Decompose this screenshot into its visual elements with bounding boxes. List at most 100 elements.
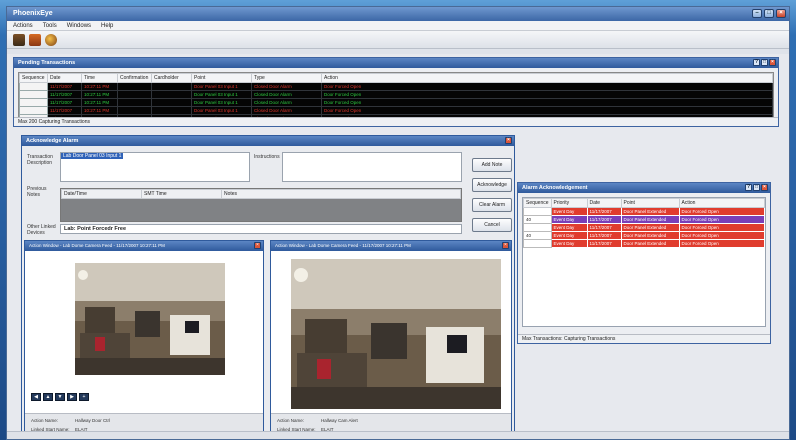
cell-type: Closed Door Alarm <box>251 82 322 91</box>
table-row[interactable]: 11/17/200710:27:11 PM Door Panel 03 Input… <box>19 106 773 115</box>
camera-feed-image[interactable] <box>75 263 225 375</box>
cell-date: 11/17/2007 <box>47 98 82 107</box>
cell-empty <box>117 90 152 99</box>
restore-icon[interactable]: □ <box>753 184 760 191</box>
alarm-acknowledgement-window: Alarm Acknowledgement ? □ × Sequence Pri… <box>517 182 771 344</box>
camera-pane-1: Action Window - Lab Dome Camera Feed - 1… <box>24 240 264 434</box>
col-date[interactable]: Date <box>47 73 82 83</box>
ptz-right-button[interactable]: ▶ <box>67 393 77 401</box>
cell-empty <box>151 98 192 107</box>
cell-seq <box>19 90 48 99</box>
other-linked-devices-value: Lab: Point Forcedr Free <box>64 226 127 232</box>
toolbar <box>7 31 789 49</box>
ptz-up-button[interactable]: ▲ <box>43 393 53 401</box>
table-row[interactable]: Event Day 11/17/2007 Door Panel Extended Do… <box>523 239 766 248</box>
cancel-button[interactable]: Cancel <box>472 218 512 232</box>
cell-point: Door Panel Extended <box>620 207 680 216</box>
cell-priority: Event Day <box>550 215 588 224</box>
cell-action: Door Forced Open <box>678 215 766 224</box>
transaction-description-value: Lab Door Panel 03 Input 1 <box>61 153 124 159</box>
close-icon[interactable]: × <box>776 9 786 18</box>
close-icon[interactable]: × <box>761 184 768 191</box>
cell-time: 10:27:11 PM <box>81 82 118 91</box>
menu-actions[interactable]: Actions <box>13 23 33 29</box>
camera-pane-1-title-text: Action Window - Lab Dome Camera Feed - 1… <box>29 243 165 248</box>
col-priority[interactable]: Priority <box>550 198 588 208</box>
cell-time: 10:27:11 PM <box>81 98 118 107</box>
cell-action: Door Forced Open <box>321 106 773 115</box>
cell-date: 11/17/2007 <box>47 106 82 115</box>
cell-point: Door Panel 03 Input 1 <box>191 106 252 115</box>
cell-point: Door Panel 03 Input 1 <box>191 90 252 99</box>
cell-empty <box>151 90 192 99</box>
help-icon[interactable]: ? <box>745 184 752 191</box>
cell-action: Door Forced Open <box>321 98 773 107</box>
ptz-left-button[interactable]: ◀ <box>31 393 41 401</box>
close-icon[interactable]: × <box>502 242 509 249</box>
camera-feed-image[interactable] <box>291 259 501 409</box>
transaction-description-field[interactable]: Lab Door Panel 03 Input 1 <box>60 152 250 182</box>
col-cardholder[interactable]: Cardholder <box>151 73 192 83</box>
action-name-value: Hallway Door Ctrl <box>75 418 111 423</box>
table-row[interactable]: 11/17/200710:27:11 PM Door Panel 03 Input… <box>19 82 773 91</box>
table-row[interactable]: 11/17/200710:27:11 PM Door Panel 03 Input… <box>19 90 773 99</box>
alarm-acknowledgement-title-text: Alarm Acknowledgement <box>522 185 588 191</box>
table-row[interactable]: 40 Event Day 11/17/2007 Door Panel Extended… <box>523 215 766 224</box>
other-linked-devices-label: Other Linked Devices <box>27 224 56 236</box>
cell-seq <box>523 223 552 232</box>
col-time[interactable]: Time <box>81 73 118 83</box>
col-action[interactable]: Action <box>678 198 766 208</box>
action-name-label: Action Name: <box>277 418 305 423</box>
ptz-down-button[interactable]: ▼ <box>55 393 65 401</box>
col-date-time[interactable]: Date/Time <box>61 189 142 199</box>
col-action[interactable]: Action <box>321 73 773 83</box>
col-point[interactable]: Point <box>620 198 680 208</box>
cell-point: Door Panel Extended <box>620 223 680 232</box>
col-type[interactable]: Type <box>251 73 322 83</box>
table-row[interactable]: Event Day 11/17/2007 Door Panel Extended Do… <box>523 223 766 232</box>
previous-notes-grid[interactable]: Date/Time SMT Time Notes <box>60 188 462 222</box>
acknowledge-button[interactable]: Acknowledge <box>472 178 512 192</box>
alarm-icon[interactable] <box>29 34 41 46</box>
table-row[interactable]: 40 Event Day 11/17/2007 Door Panel Extended… <box>523 231 766 240</box>
clear-alarm-button[interactable]: Clear Alarm <box>472 198 512 212</box>
camera-icon[interactable] <box>45 34 57 46</box>
col-date[interactable]: Date <box>586 198 622 208</box>
folder-icon[interactable] <box>13 34 25 46</box>
maximize-icon[interactable]: □ <box>764 9 774 18</box>
col-sequence[interactable]: Sequence <box>19 73 48 83</box>
col-confirmation[interactable]: Confirmation <box>117 73 152 83</box>
col-notes[interactable]: Notes <box>221 189 461 199</box>
close-icon[interactable]: × <box>505 137 512 144</box>
app-window-controls: – □ × <box>752 9 786 18</box>
add-note-button[interactable]: Add Note <box>472 158 512 172</box>
menu-help[interactable]: Help <box>101 23 113 29</box>
transaction-description-label: Transaction Description <box>27 154 53 166</box>
cell-time: 10:27:11 PM <box>81 90 118 99</box>
instructions-field[interactable] <box>282 152 462 182</box>
dialog-controls: × <box>505 137 512 144</box>
restore-icon[interactable]: □ <box>761 59 768 66</box>
help-icon[interactable]: ? <box>753 59 760 66</box>
cell-empty <box>151 106 192 115</box>
minimize-icon[interactable]: – <box>752 9 762 18</box>
ptz-zoom-button[interactable]: + <box>79 393 89 401</box>
close-icon[interactable]: × <box>769 59 776 66</box>
other-linked-devices-field[interactable]: Lab: Point Forcedr Free <box>60 224 462 234</box>
alarm-status: Max Transactions: Capturing Transactions <box>518 334 770 343</box>
cell-action: Door Forced Open <box>678 231 766 240</box>
col-sequence[interactable]: Sequence <box>523 198 552 208</box>
alarm-acknowledgement-grid[interactable]: Sequence Priority Date Point Action Even… <box>522 197 766 327</box>
col-point[interactable]: Point <box>191 73 252 83</box>
menu-windows[interactable]: Windows <box>67 23 91 29</box>
close-icon[interactable]: × <box>254 242 261 249</box>
table-row[interactable]: 11/17/200710:27:11 PM Door Panel 03 Input… <box>19 98 773 107</box>
col-smt-time[interactable]: SMT Time <box>141 189 222 199</box>
table-row[interactable]: Event Day 11/17/2007 Door Panel Extended Do… <box>523 207 766 216</box>
cell-point: Door Panel Extended <box>620 231 680 240</box>
cell-empty <box>151 82 192 91</box>
cell-type: Closed Door Alarm <box>251 106 322 115</box>
pending-transactions-grid[interactable]: Sequence Date Time Confirmation Cardhold… <box>18 72 774 123</box>
menu-tools[interactable]: Tools <box>43 23 57 29</box>
cell-empty <box>117 82 152 91</box>
